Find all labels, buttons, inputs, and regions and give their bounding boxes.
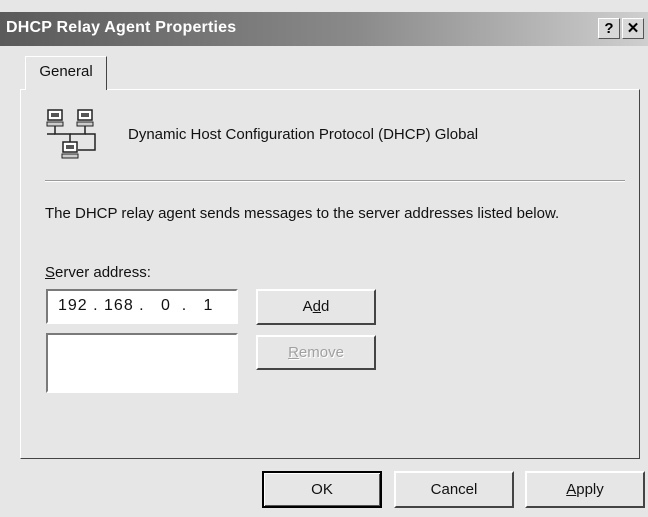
server-address-list[interactable] [46, 333, 238, 393]
server-address-label: Server address: [45, 264, 151, 281]
ok-button[interactable]: OK [262, 471, 382, 508]
help-icon: ? [604, 20, 614, 37]
add-button[interactable]: Add [256, 289, 376, 325]
description-text: The DHCP relay agent sends messages to t… [45, 205, 560, 222]
server-address-value: 192 . 168 . 0 . 1 [58, 297, 214, 314]
add-button-mnemonic: d [312, 298, 321, 315]
cancel-button[interactable]: Cancel [394, 471, 514, 508]
dialog-window: DHCP Relay Agent Properties ? ✕ General … [0, 0, 648, 517]
ok-button-label: OK [311, 481, 333, 498]
apply-button-rest: pply [576, 481, 604, 498]
server-address-mnemonic: S [45, 264, 56, 281]
remove-button[interactable]: Remove [256, 335, 376, 370]
tab-general[interactable]: General [25, 56, 107, 90]
server-address-input[interactable]: 192 . 168 . 0 . 1 [46, 289, 238, 324]
apply-button[interactable]: Apply [525, 471, 645, 508]
close-icon: ✕ [626, 20, 640, 37]
separator [45, 180, 625, 182]
protocol-name: Dynamic Host Configuration Protocol (DHC… [128, 126, 479, 143]
cancel-button-label: Cancel [430, 481, 478, 498]
title-bar[interactable]: DHCP Relay Agent Properties ? ✕ [0, 12, 648, 46]
apply-mnemonic: A [566, 481, 577, 498]
server-address-label-rest: erver address: [55, 264, 151, 281]
remove-button-rest: emove [298, 344, 344, 361]
add-button-post: d [321, 298, 330, 315]
window-title: DHCP Relay Agent Properties [6, 19, 237, 36]
add-button-pre: A [302, 298, 313, 315]
remove-button-mnemonic: R [288, 344, 299, 361]
close-button[interactable]: ✕ [622, 18, 644, 39]
help-button[interactable]: ? [598, 18, 620, 39]
network-computers-icon [46, 109, 96, 159]
tab-general-label: General [39, 63, 93, 80]
